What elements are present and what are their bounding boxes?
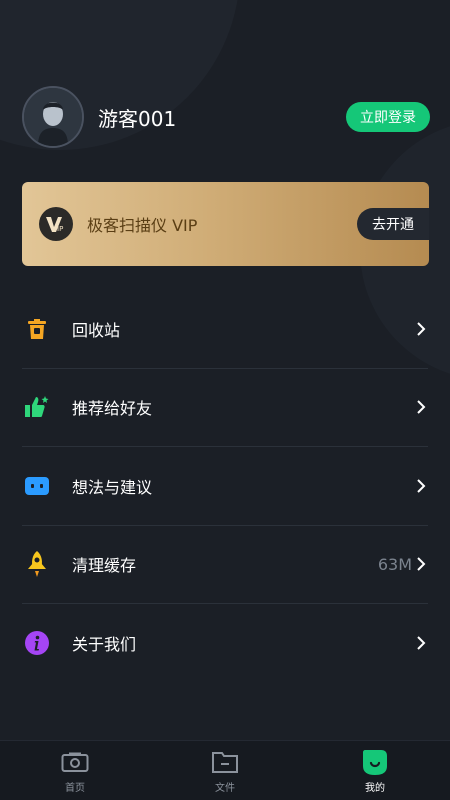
tab-profile[interactable]: 我的	[300, 741, 450, 800]
login-button[interactable]: 立即登录	[346, 102, 430, 132]
menu-item-label: 关于我们	[72, 635, 137, 655]
tab-label: 首页	[65, 782, 85, 794]
menu-item-label: 回收站	[72, 320, 121, 340]
tab-home[interactable]: 首页	[0, 741, 150, 800]
chevron-right-icon	[414, 636, 428, 650]
profile-icon	[361, 748, 389, 776]
chevron-right-icon	[414, 400, 428, 414]
chevron-right-icon	[414, 479, 428, 493]
profile-header: 游客001 立即登录	[22, 86, 430, 148]
vip-title: 极客扫描仪 VIP	[87, 216, 198, 235]
avatar[interactable]	[22, 86, 84, 148]
info-icon	[22, 628, 52, 658]
menu-item-label: 推荐给好友	[72, 399, 153, 419]
vip-card[interactable]: IP 极客扫描仪 VIP 去开通	[22, 182, 429, 266]
cache-size-value: 63M	[377, 554, 412, 574]
vip-activate-button[interactable]: 去开通	[357, 208, 429, 240]
menu-item-clear-cache[interactable]: 清理缓存 63M	[22, 526, 428, 604]
menu-item-recommend[interactable]: 推荐给好友	[22, 369, 428, 447]
tab-files[interactable]: 文件	[150, 741, 300, 800]
tab-label: 文件	[215, 782, 235, 794]
menu-item-about[interactable]: 关于我们	[22, 604, 428, 683]
username: 游客001	[98, 106, 177, 131]
bottom-navigation: 首页 文件 我的	[0, 740, 450, 800]
menu-item-recycle-bin[interactable]: 回收站	[22, 290, 428, 369]
svg-text:IP: IP	[57, 225, 63, 233]
thumbs-up-icon	[22, 392, 52, 422]
camera-icon	[61, 748, 89, 776]
menu-item-feedback[interactable]: 想法与建议	[22, 447, 428, 526]
menu-item-label: 清理缓存	[72, 556, 137, 576]
vip-badge-icon: IP	[39, 207, 73, 241]
rocket-icon	[22, 549, 52, 579]
chevron-right-icon	[414, 557, 428, 571]
settings-menu: 回收站 推荐给好友 想法与建议 清理缓存 63M 关于我们	[22, 290, 428, 683]
menu-item-label: 想法与建议	[72, 477, 153, 497]
tab-label: 我的	[365, 782, 385, 794]
trash-icon	[22, 314, 52, 344]
chat-icon	[22, 471, 52, 501]
folder-icon	[211, 748, 239, 776]
chevron-right-icon	[414, 322, 428, 336]
